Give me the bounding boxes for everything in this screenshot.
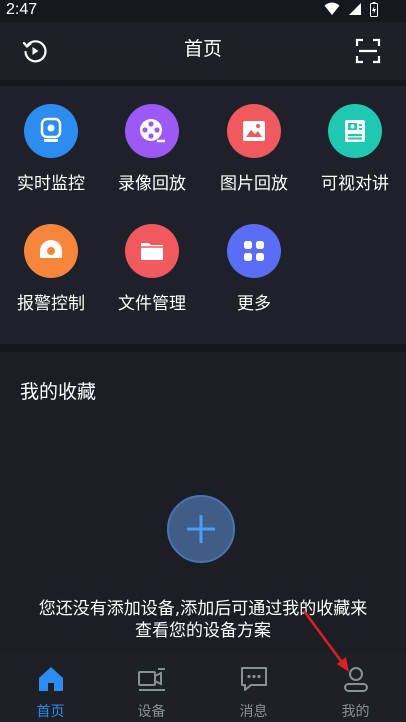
nav-label: 设备 <box>137 704 166 720</box>
image-icon <box>243 121 265 141</box>
home-icon <box>39 667 63 691</box>
divider <box>0 344 406 352</box>
intercom-icon <box>345 120 365 142</box>
nav-home[interactable]: 首页 <box>0 652 101 722</box>
feature-grid: 实时监控 录像回放 图片回放 可视对讲 报警控制 文件管理 更多 <box>0 86 406 344</box>
tile-image-playback[interactable]: 图片回放 <box>203 86 305 206</box>
status-time: 2:47 <box>6 1 38 18</box>
tile-icon-bg <box>24 104 78 158</box>
nav-label: 首页 <box>36 704 65 720</box>
tile-label: 可视对讲 <box>321 174 389 194</box>
profile-icon <box>344 667 368 692</box>
scan-button[interactable] <box>355 38 381 64</box>
tile-icon-bg <box>328 104 382 158</box>
device-icon <box>138 668 165 691</box>
tile-label: 文件管理 <box>118 294 186 314</box>
folder-icon <box>141 243 163 260</box>
header: 首页 <box>0 22 406 80</box>
nav-label: 我的 <box>341 704 370 720</box>
favorites-empty-text: 您还没有添加设备,添加后可通过我的收藏来查看您的设备方案 <box>38 599 368 641</box>
scan-icon <box>355 38 381 64</box>
tile-file-manager[interactable]: 文件管理 <box>101 206 203 326</box>
nav-profile[interactable]: 我的 <box>305 652 406 722</box>
add-device-button[interactable] <box>167 495 235 563</box>
tile-icon-bg <box>227 224 281 278</box>
tile-live-monitor[interactable]: 实时监控 <box>0 86 102 206</box>
message-icon <box>241 667 267 691</box>
signal-icon <box>349 3 361 15</box>
tile-label: 录像回放 <box>118 174 186 194</box>
bottom-nav: 首页 设备 消息 我的 <box>0 652 406 722</box>
favorites-title: 我的收藏 <box>20 381 97 403</box>
tile-icon-bg <box>125 104 179 158</box>
nav-label: 消息 <box>239 704 268 720</box>
page-title: 首页 <box>183 38 222 60</box>
tile-more[interactable]: 更多 <box>203 206 305 326</box>
favorites-section: 我的收藏 您还没有添加设备,添加后可通过我的收藏来查看您的设备方案 <box>0 352 406 652</box>
tile-label: 更多 <box>237 294 271 314</box>
camera-icon <box>40 117 62 142</box>
tile-icon-bg <box>227 104 281 158</box>
tile-label: 实时监控 <box>17 174 85 194</box>
tile-alarm-control[interactable]: 报警控制 <box>0 206 102 326</box>
tile-record-playback[interactable]: 录像回放 <box>101 86 203 206</box>
wifi-icon <box>324 2 340 15</box>
status-icons <box>324 2 378 18</box>
more-apps-icon <box>244 241 264 261</box>
tile-label: 报警控制 <box>17 294 85 314</box>
tile-video-intercom[interactable]: 可视对讲 <box>304 86 406 206</box>
alarm-icon <box>40 240 62 258</box>
plus-icon <box>187 515 215 543</box>
nav-message[interactable]: 消息 <box>203 652 304 722</box>
battery-icon <box>370 2 378 17</box>
tile-icon-bg <box>125 224 179 278</box>
tile-label: 图片回放 <box>220 174 288 194</box>
nav-device[interactable]: 设备 <box>101 652 202 722</box>
status-bar: 2:47 <box>0 0 406 22</box>
tile-icon-bg <box>24 224 78 278</box>
film-reel-icon <box>140 119 165 143</box>
